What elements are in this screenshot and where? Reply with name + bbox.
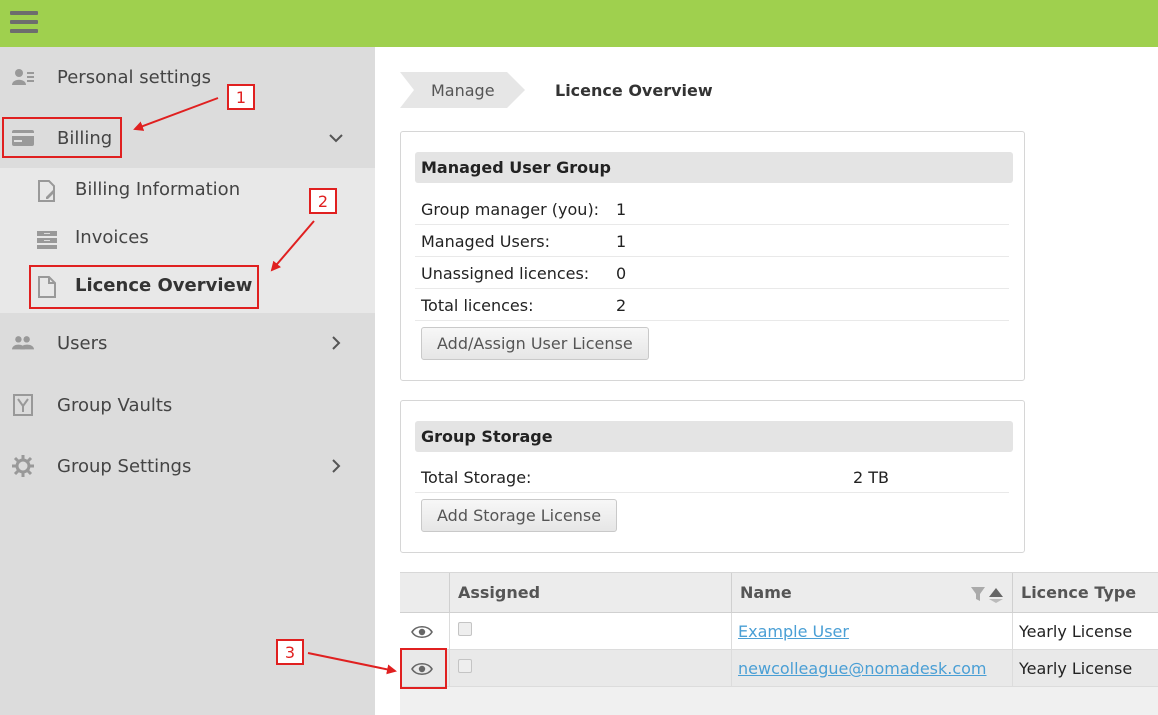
row-value: 2 bbox=[616, 296, 627, 315]
sidebar-item-label: Personal settings bbox=[57, 66, 212, 88]
menu-icon[interactable] bbox=[10, 11, 38, 35]
callout-3: 3 bbox=[276, 639, 304, 665]
sort-up-icon bbox=[989, 588, 1003, 597]
breadcrumb-current: Licence Overview bbox=[555, 81, 713, 100]
users-icon bbox=[12, 333, 34, 353]
grid-header: Assigned Name Licence Type bbox=[400, 573, 1158, 613]
name-cell: Example User bbox=[731, 613, 1012, 650]
assigned-checkbox[interactable] bbox=[458, 659, 472, 673]
sidebar-item-label: Billing Information bbox=[75, 179, 241, 200]
assigned-cell bbox=[449, 613, 731, 650]
assigned-cell bbox=[449, 650, 731, 687]
info-row: Unassigned licences: 0 bbox=[415, 257, 1009, 289]
assigned-checkbox[interactable] bbox=[458, 622, 472, 636]
sidebar-item-label: Group Settings bbox=[57, 455, 192, 477]
sidebar-item-label: Invoices bbox=[75, 227, 149, 248]
info-row: Managed Users: 1 bbox=[415, 225, 1009, 257]
header-label: Name bbox=[740, 583, 792, 602]
sort-down-icon bbox=[989, 599, 1003, 603]
document-edit-icon bbox=[36, 180, 58, 202]
add-assign-user-license-button[interactable]: Add/Assign User License bbox=[421, 327, 649, 360]
header-view bbox=[400, 573, 449, 613]
user-link[interactable]: newcolleague@nomadesk.com bbox=[738, 659, 987, 678]
name-cell: newcolleague@nomadesk.com bbox=[731, 650, 1012, 687]
view-cell bbox=[400, 613, 449, 650]
header-assigned[interactable]: Assigned bbox=[449, 573, 731, 613]
user-link[interactable]: Example User bbox=[738, 622, 849, 641]
highlight-billing bbox=[2, 117, 122, 158]
sidebar-item-group-vaults[interactable]: Group Vaults bbox=[0, 380, 375, 430]
breadcrumb-item-manage[interactable]: Manage bbox=[431, 81, 495, 100]
filter-sort-icons[interactable] bbox=[970, 585, 1010, 603]
highlight-eye bbox=[400, 648, 447, 689]
licence-grid: Assigned Name Licence Type Example User … bbox=[400, 572, 1158, 715]
sidebar-item-group-settings[interactable]: Group Settings bbox=[0, 441, 375, 491]
licence-type-cell: Yearly License bbox=[1012, 650, 1158, 687]
callout-2: 2 bbox=[309, 188, 337, 214]
group-storage-panel: Group Storage Total Storage: 2 TB Add St… bbox=[400, 400, 1025, 553]
row-value: 1 bbox=[616, 232, 627, 251]
row-label: Group manager (you): bbox=[421, 200, 600, 219]
vault-icon bbox=[12, 394, 34, 416]
sidebar-item-personal-settings[interactable]: Personal settings bbox=[0, 52, 375, 102]
sidebar-item-label: Users bbox=[57, 332, 108, 354]
licence-type-cell: Yearly License bbox=[1012, 613, 1158, 650]
panel-title: Group Storage bbox=[415, 421, 1013, 452]
gear-icon bbox=[12, 455, 34, 477]
highlight-licence-overview bbox=[29, 265, 259, 309]
sidebar-item-invoices[interactable]: Invoices bbox=[0, 216, 375, 262]
info-row: Total licences: 2 bbox=[415, 289, 1009, 321]
row-label: Total Storage: bbox=[421, 468, 532, 487]
row-value: 0 bbox=[616, 264, 627, 283]
eye-icon[interactable] bbox=[411, 625, 433, 639]
chevron-down-icon bbox=[326, 128, 346, 148]
table-row: newcolleague@nomadesk.com Yearly License bbox=[400, 650, 1158, 687]
chevron-right-icon bbox=[326, 333, 346, 353]
add-storage-license-button[interactable]: Add Storage License bbox=[421, 499, 618, 532]
row-value: 2 TB bbox=[853, 468, 890, 487]
invoices-icon bbox=[36, 228, 58, 250]
callout-1: 1 bbox=[227, 84, 255, 110]
sidebar-item-users[interactable]: Users bbox=[0, 318, 375, 368]
info-row: Group manager (you): 1 bbox=[415, 193, 1009, 225]
filter-icon bbox=[971, 587, 985, 601]
sidebar-item-label: Group Vaults bbox=[57, 394, 173, 416]
top-bar bbox=[0, 0, 1158, 47]
chevron-right-icon bbox=[326, 456, 346, 476]
managed-user-group-panel: Managed User Group Group manager (you): … bbox=[400, 131, 1025, 381]
row-label: Total licences: bbox=[421, 296, 534, 315]
panel-title: Managed User Group bbox=[415, 152, 1013, 183]
person-settings-icon bbox=[12, 67, 34, 87]
row-value: 1 bbox=[616, 200, 627, 219]
header-name[interactable]: Name bbox=[731, 573, 1012, 613]
row-label: Unassigned licences: bbox=[421, 264, 590, 283]
table-row: Example User Yearly License bbox=[400, 613, 1158, 650]
header-licence-type[interactable]: Licence Type bbox=[1012, 573, 1158, 613]
info-row: Total Storage: 2 TB bbox=[415, 461, 1009, 493]
row-label: Managed Users: bbox=[421, 232, 550, 251]
